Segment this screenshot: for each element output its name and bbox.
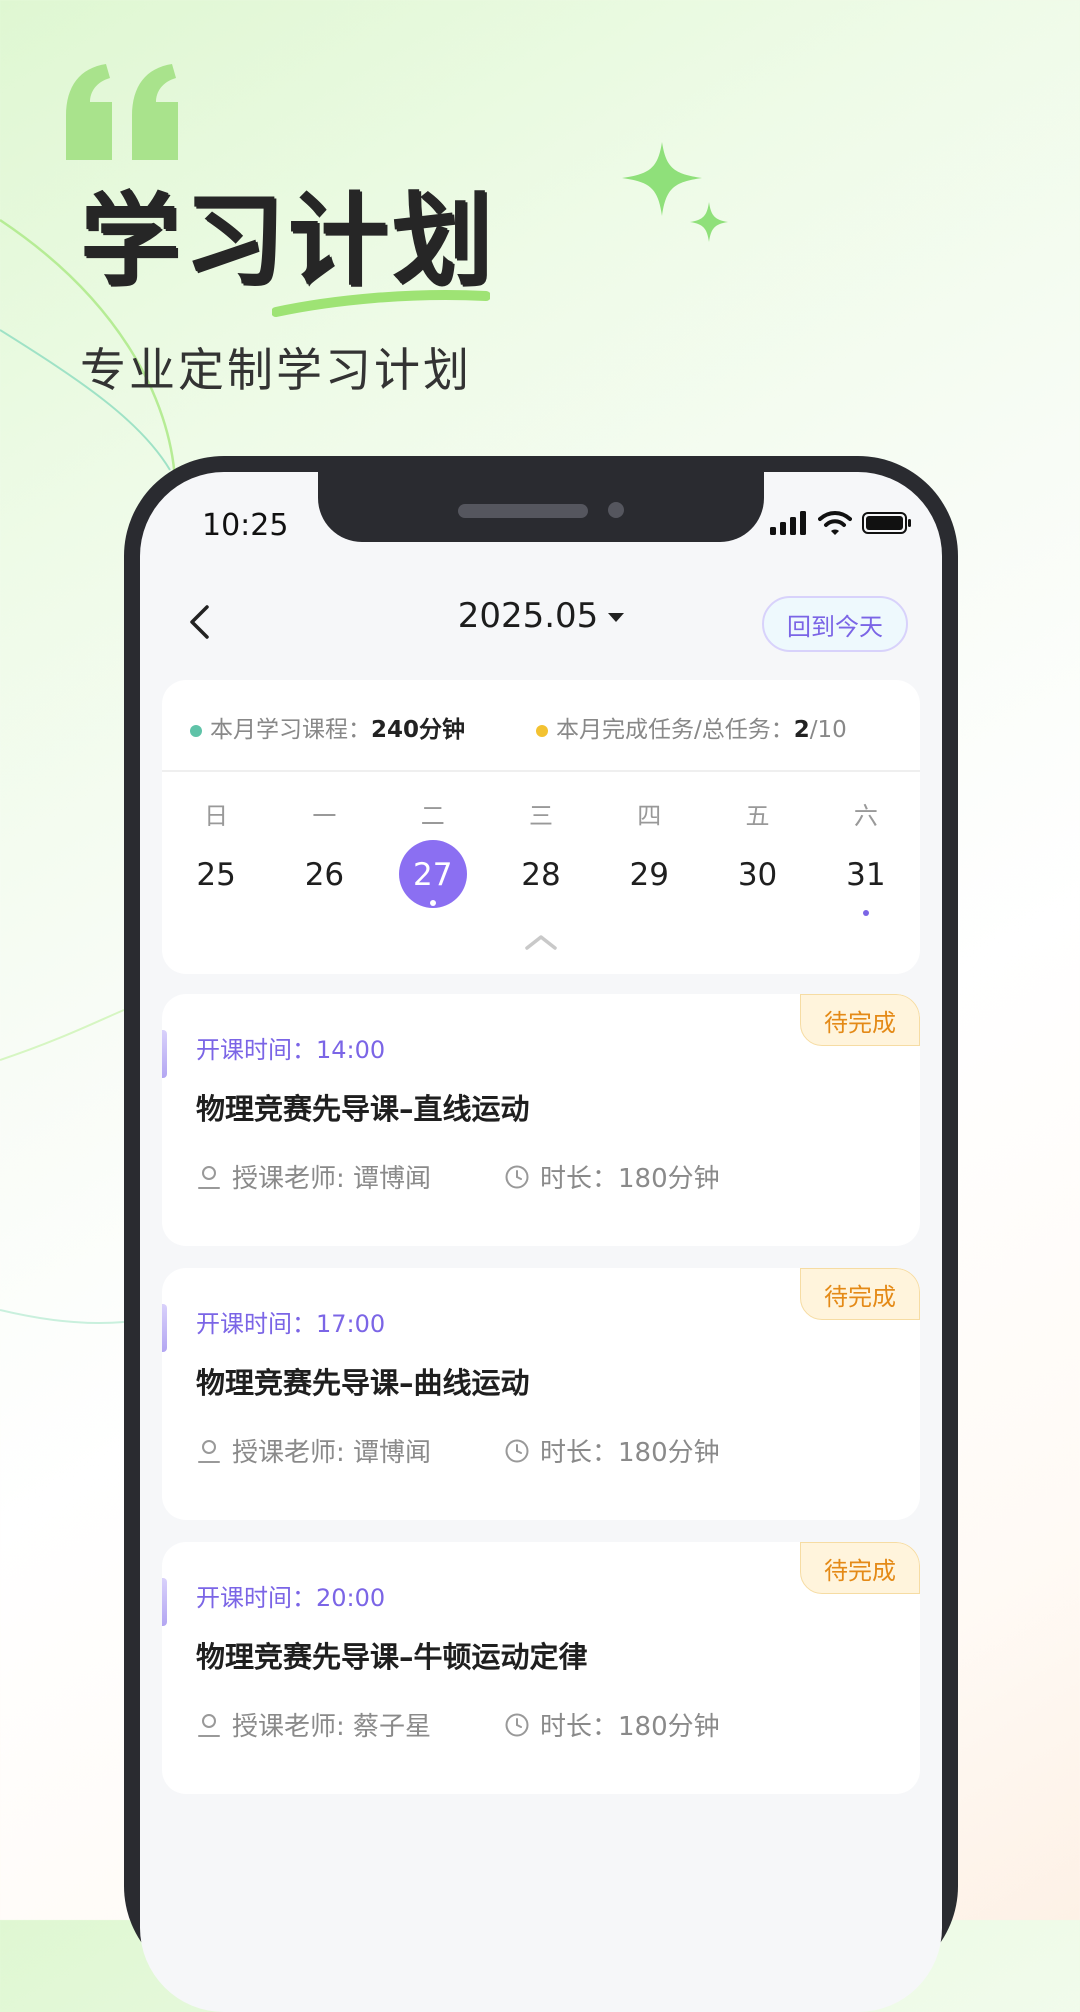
course-teacher: 授课老师: 谭博闻 <box>196 1158 431 1195</box>
date-number: 27 <box>412 857 453 893</box>
course-start-time: 开课时间：14:00 <box>196 1036 386 1064</box>
weekday-tue: 二 <box>420 802 445 830</box>
signal-icon <box>770 511 806 535</box>
course-duration: 时长：180分钟 <box>504 1158 720 1195</box>
course-card[interactable]: 待完成 开课时间：14:00 物理竞赛先导课–直线运动 授课老师: 谭博闻 时长… <box>162 994 920 1246</box>
course-title: 物理竞赛先导课–直线运动 <box>196 1092 530 1126</box>
course-dot-indicator <box>862 910 869 916</box>
weekday-fri: 五 <box>745 802 770 830</box>
weekday-wed: 三 <box>528 802 553 830</box>
hero-title: 学习计划 <box>80 182 496 299</box>
weekday-sat: 六 <box>853 802 878 830</box>
clock-icon <box>505 1439 529 1462</box>
date-cell[interactable]: 29 <box>595 840 703 910</box>
course-teacher: 授课老师: 谭博闻 <box>196 1432 431 1469</box>
monthly-summary-card: 本月学习课程：240分钟 本月完成任务/总任务：2/10 日 一 二 三 四 五… <box>162 680 920 974</box>
card-accent-bar <box>162 1304 167 1352</box>
date-number: 29 <box>629 857 669 893</box>
user-icon <box>198 1165 220 1189</box>
month-label: 2025.05 <box>457 596 599 636</box>
weekday-mon: 一 <box>312 802 337 830</box>
course-start-time: 开课时间：20:00 <box>196 1584 386 1612</box>
status-bar-time: 10:25 <box>202 508 289 543</box>
nav-bar: 2025.05 回到今天 <box>140 582 942 662</box>
status-badge: 待完成 <box>800 994 920 1046</box>
quote-icon <box>66 64 178 160</box>
task-total-value: /10 <box>809 717 847 743</box>
card-accent-bar <box>162 1578 167 1626</box>
month-selector[interactable]: 2025.05 <box>421 596 661 636</box>
week-dates: 25 26 27 28 29 30 31 <box>162 840 920 916</box>
clock-icon <box>505 1165 529 1188</box>
study-dot-icon <box>190 724 202 737</box>
chevron-left-icon <box>190 605 209 639</box>
date-cell[interactable]: 30 <box>703 840 811 910</box>
course-dot-indicator <box>429 900 436 906</box>
course-card[interactable]: 待完成 开课时间：20:00 物理竞赛先导课–牛顿运动定律 授课老师: 蔡子星 … <box>162 1542 920 1794</box>
course-start-time: 开课时间：17:00 <box>196 1310 386 1338</box>
study-time-label: 本月学习课程： <box>210 717 371 743</box>
status-bar-icons <box>770 510 912 536</box>
speaker <box>458 504 588 518</box>
course-card[interactable]: 待完成 开课时间：17:00 物理竞赛先导课–曲线运动 授课老师: 谭博闻 时长… <box>162 1268 920 1520</box>
monthly-stats: 本月学习课程：240分钟 本月完成任务/总任务：2/10 <box>162 680 920 772</box>
task-dot-icon <box>536 724 548 737</box>
back-button[interactable] <box>176 594 222 650</box>
chevron-up-icon[interactable] <box>523 932 559 952</box>
weekday-header: 日 一 二 三 四 五 六 <box>162 796 920 831</box>
course-duration: 时长：180分钟 <box>504 1706 720 1743</box>
date-cell[interactable]: 31 <box>812 840 920 916</box>
date-number: 25 <box>196 857 236 893</box>
date-cell[interactable]: 25 <box>162 840 270 910</box>
course-duration: 时长：180分钟 <box>504 1432 720 1469</box>
user-icon <box>198 1713 220 1737</box>
battery-icon <box>862 512 911 534</box>
date-cell[interactable]: 26 <box>270 840 378 910</box>
status-badge: 待完成 <box>800 1268 920 1320</box>
task-progress-label: 本月完成任务/总任务： <box>556 717 794 743</box>
date-number: 30 <box>737 857 778 893</box>
status-badge: 待完成 <box>800 1542 920 1594</box>
weekday-sun: 日 <box>204 802 229 830</box>
study-time-stat: 本月学习课程：240分钟 <box>190 710 465 744</box>
course-teacher: 授课老师: 蔡子星 <box>196 1706 431 1743</box>
task-done-value: 2 <box>793 717 810 743</box>
date-number: 28 <box>521 857 561 893</box>
task-progress-stat: 本月完成任务/总任务：2/10 <box>536 710 847 744</box>
caret-down-icon <box>608 613 625 622</box>
front-camera <box>608 502 624 518</box>
phone-screen: 10:25 2025.05 回到今天 本月学习课程：240分钟 本月完成任务/总… <box>140 472 942 2012</box>
teacher-name: 授课老师: 谭博闻 <box>232 1164 432 1194</box>
phone-frame: 10:25 2025.05 回到今天 本月学习课程：240分钟 本月完成任务/总… <box>124 456 958 2012</box>
user-icon <box>198 1439 220 1463</box>
duration-text: 时长：180分钟 <box>540 1712 720 1742</box>
card-accent-bar <box>162 1030 167 1078</box>
course-title: 物理竞赛先导课–曲线运动 <box>196 1366 530 1400</box>
clock-icon <box>505 1713 529 1736</box>
back-to-today-button[interactable]: 回到今天 <box>762 596 908 652</box>
wifi-icon <box>818 511 852 535</box>
teacher-name: 授课老师: 谭博闻 <box>232 1438 432 1468</box>
duration-text: 时长：180分钟 <box>540 1438 720 1468</box>
phone-notch <box>318 472 764 542</box>
hero-subtitle: 专业定制学习计划 <box>80 343 472 397</box>
study-time-value: 240分钟 <box>371 717 466 743</box>
weekday-thu: 四 <box>637 802 662 830</box>
teacher-name: 授课老师: 蔡子星 <box>232 1712 432 1742</box>
sparkle-icon <box>622 142 728 242</box>
course-title: 物理竞赛先导课–牛顿运动定律 <box>196 1640 588 1674</box>
date-number: 31 <box>846 857 886 893</box>
duration-text: 时长：180分钟 <box>540 1164 720 1194</box>
date-number: 26 <box>304 857 345 893</box>
date-cell-selected[interactable]: 27 <box>379 840 487 910</box>
date-cell[interactable]: 28 <box>487 840 595 910</box>
